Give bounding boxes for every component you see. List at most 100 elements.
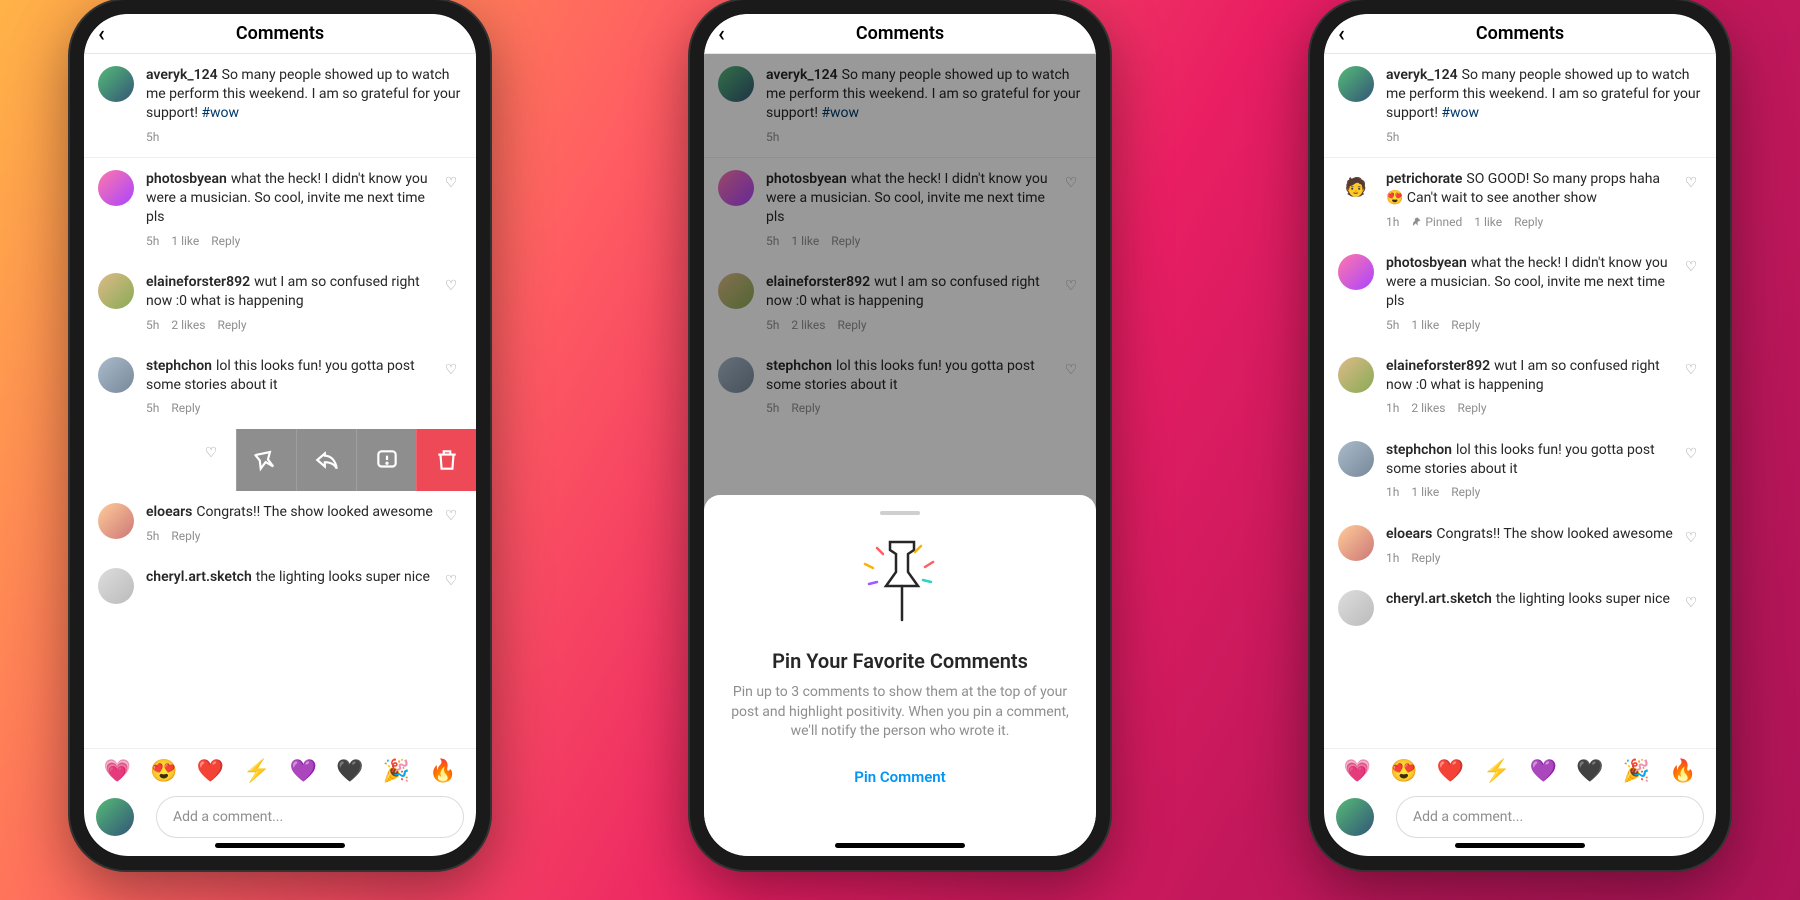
emoji-option[interactable]: ⚡ (243, 759, 270, 784)
self-avatar[interactable] (1336, 798, 1374, 836)
sheet-title: Pin Your Favorite Comments (728, 649, 1072, 673)
commenter-username[interactable]: petrichorate (1386, 171, 1462, 187)
reply-button[interactable]: Reply (211, 233, 240, 249)
like-icon[interactable]: ♡ (1680, 594, 1702, 626)
comment-row[interactable]: elaineforster892wut I am so confused rig… (1324, 345, 1716, 429)
sheet-body: Pin up to 3 comments to show them at the… (728, 683, 1072, 742)
header-title: Comments (856, 23, 944, 44)
like-icon[interactable]: ♡ (440, 572, 462, 604)
commenter-username[interactable]: eloears (146, 504, 192, 520)
report-action-button[interactable] (356, 429, 416, 491)
comment-row[interactable]: stephchonlol this looks fun! you gotta p… (84, 345, 476, 429)
pinned-comment[interactable]: 🧑 petrichorateSO GOOD! So many props hah… (1324, 158, 1716, 242)
emoji-option[interactable]: 😍 (150, 759, 177, 784)
like-icon[interactable]: ♡ (1680, 445, 1702, 501)
comment-row[interactable]: cheryl.art.sketchthe lighting looks supe… (1324, 578, 1716, 638)
comment-input[interactable]: Add a comment... (156, 796, 464, 838)
emoji-option[interactable]: 😍 (1390, 759, 1417, 784)
like-count[interactable]: 1 like (1474, 214, 1502, 230)
like-icon[interactable]: ♡ (440, 361, 462, 417)
reply-action-button[interactable] (296, 429, 356, 491)
commenter-username[interactable]: elaineforster892 (1386, 358, 1490, 374)
emoji-option[interactable]: 🔥 (1669, 759, 1696, 784)
emoji-option[interactable]: 🖤 (1576, 759, 1603, 784)
comment-row[interactable]: cheryl.art.sketchthe lighting looks supe… (84, 556, 476, 616)
like-icon[interactable]: ♡ (1680, 174, 1702, 230)
comment-row[interactable]: eloearsCongrats!! The show looked awesom… (1324, 513, 1716, 578)
emoji-option[interactable]: 💜 (1530, 759, 1557, 784)
author-username[interactable]: averyk_124 (146, 67, 218, 83)
like-icon[interactable]: ♡ (440, 277, 462, 333)
commenter-avatar[interactable] (1338, 525, 1374, 561)
emoji-option[interactable]: 🔥 (429, 759, 456, 784)
like-count[interactable]: 1 like (1411, 317, 1439, 333)
emoji-option[interactable]: 🖤 (336, 759, 363, 784)
reply-button[interactable]: Reply (1411, 550, 1440, 566)
like-count[interactable]: 1 like (1411, 484, 1439, 500)
comment-row[interactable]: stephchonlol this looks fun! you gotta p… (1324, 429, 1716, 513)
comments-header: ‹ Comments (1324, 14, 1716, 54)
emoji-option[interactable]: ⚡ (1483, 759, 1510, 784)
author-avatar[interactable] (1338, 66, 1374, 102)
back-chevron-icon[interactable]: ‹ (718, 22, 725, 47)
commenter-username[interactable]: photosbyean (146, 171, 227, 187)
author-avatar[interactable] (98, 66, 134, 102)
emoji-option[interactable]: 💜 (290, 759, 317, 784)
emoji-option[interactable]: 💗 (1344, 759, 1371, 784)
like-icon[interactable]: ♡ (440, 174, 462, 249)
reply-button[interactable]: Reply (171, 528, 200, 544)
reply-button[interactable]: Reply (1451, 317, 1480, 333)
back-chevron-icon[interactable]: ‹ (1338, 22, 1345, 47)
commenter-avatar[interactable] (98, 357, 134, 393)
emoji-option[interactable]: 🎉 (1623, 759, 1650, 784)
commenter-username[interactable]: cheryl.art.sketch (146, 569, 252, 585)
emoji-option[interactable]: 🎉 (383, 759, 410, 784)
reply-button[interactable]: Reply (171, 400, 200, 416)
commenter-avatar[interactable] (1338, 441, 1374, 477)
commenter-avatar[interactable] (98, 273, 134, 309)
home-indicator[interactable] (835, 843, 965, 848)
reply-button[interactable]: Reply (1514, 214, 1543, 230)
reply-button[interactable]: Reply (217, 317, 246, 333)
commenter-username[interactable]: stephchon (1386, 442, 1452, 458)
like-count[interactable]: 2 likes (1411, 400, 1445, 416)
reply-button[interactable]: Reply (1451, 484, 1480, 500)
comment-input[interactable]: Add a comment... (1396, 796, 1704, 838)
commenter-username[interactable]: eloears (1386, 526, 1432, 542)
home-indicator[interactable] (1455, 843, 1585, 848)
home-indicator[interactable] (215, 843, 345, 848)
commenter-avatar[interactable] (98, 568, 134, 604)
commenter-username[interactable]: elaineforster892 (146, 274, 250, 290)
emoji-option[interactable]: ❤️ (197, 759, 224, 784)
hashtag-link[interactable]: #wow (201, 105, 239, 121)
commenter-avatar[interactable] (1338, 254, 1374, 290)
commenter-username[interactable]: stephchon (146, 358, 212, 374)
commenter-avatar[interactable] (98, 503, 134, 539)
emoji-option[interactable]: 💗 (104, 759, 131, 784)
pin-comment-button[interactable]: Pin Comment (728, 768, 1072, 786)
commenter-avatar[interactable] (98, 170, 134, 206)
comment-row[interactable]: eloearsCongrats!! The show looked awesom… (84, 491, 476, 556)
commenter-username[interactable]: photosbyean (1386, 255, 1467, 271)
comment-row[interactable]: photosbyeanwhat the heck! I didn't know … (1324, 242, 1716, 345)
like-icon[interactable]: ♡ (440, 507, 462, 544)
like-count[interactable]: 2 likes (171, 317, 205, 333)
like-icon[interactable]: ♡ (1680, 361, 1702, 417)
like-icon[interactable]: ♡ (1680, 529, 1702, 566)
back-chevron-icon[interactable]: ‹ (98, 22, 105, 47)
self-avatar[interactable] (96, 798, 134, 836)
like-count[interactable]: 1 like (171, 233, 199, 249)
delete-action-button[interactable] (416, 429, 476, 491)
commenter-avatar[interactable] (1338, 590, 1374, 626)
sheet-grabber[interactable] (880, 511, 920, 515)
emoji-option[interactable]: ❤️ (1437, 759, 1464, 784)
comment-row[interactable]: elaineforster892wut I am so confused rig… (84, 261, 476, 345)
like-icon[interactable]: ♡ (200, 445, 222, 461)
like-icon[interactable]: ♡ (1680, 258, 1702, 333)
pin-action-button[interactable] (236, 429, 296, 491)
commenter-avatar[interactable]: 🧑 (1338, 170, 1374, 206)
comment-row[interactable]: photosbyeanwhat the heck! I didn't know … (84, 158, 476, 261)
commenter-avatar[interactable] (1338, 357, 1374, 393)
commenter-username[interactable]: cheryl.art.sketch (1386, 591, 1492, 607)
reply-button[interactable]: Reply (1457, 400, 1486, 416)
